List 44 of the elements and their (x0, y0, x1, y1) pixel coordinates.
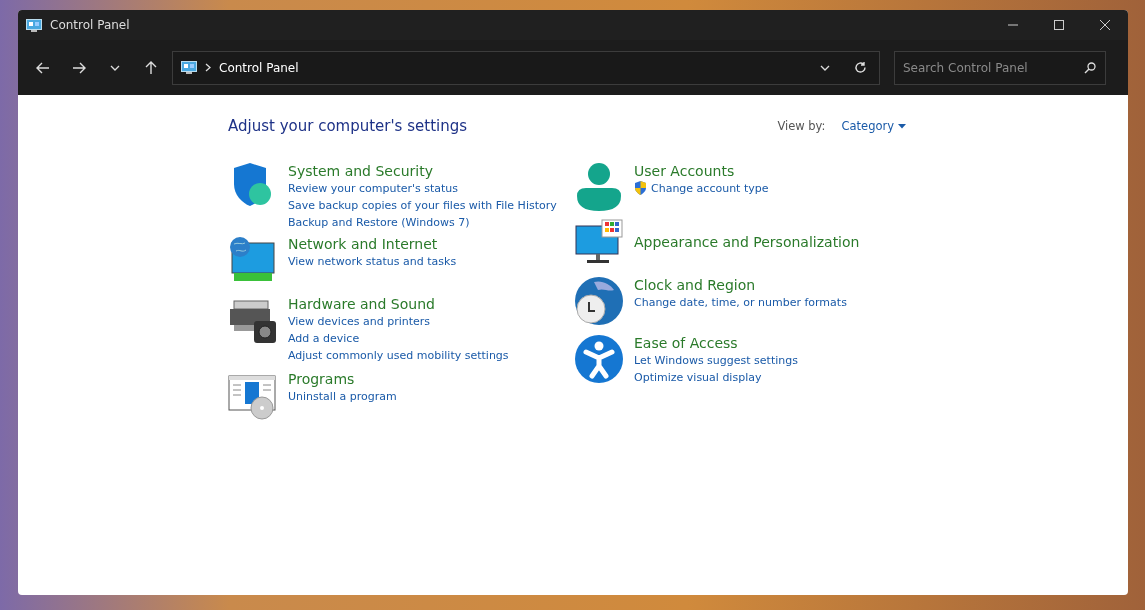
globe-clock-icon (574, 275, 624, 326)
category-link[interactable]: Programs (288, 369, 397, 389)
back-arrow-icon (36, 61, 50, 74)
dropdown-icon[interactable] (820, 64, 830, 71)
page-heading: Adjust your computer's settings (228, 116, 469, 137)
task-link[interactable]: Adjust commonly used mobility settings (288, 346, 509, 364)
caret-icon (898, 123, 906, 129)
task-link[interactable]: Change date, time, or number formats (634, 293, 847, 311)
close-icon (1100, 20, 1110, 30)
window-title: Control Panel (50, 17, 131, 34)
chevron-down-icon (110, 64, 120, 71)
search-icon (1084, 61, 1096, 74)
category-link[interactable]: System and Security (288, 161, 557, 180)
task-link[interactable]: View devices and printers (288, 312, 509, 330)
view-by-dropdown[interactable]: Category (841, 117, 906, 135)
accessibility-icon (574, 333, 624, 384)
view-by-label: View by: (777, 117, 826, 135)
forward-arrow-icon (72, 61, 86, 74)
task-link[interactable]: Add a device (288, 329, 509, 347)
task-link[interactable]: Backup and Restore (Windows 7) (288, 213, 557, 231)
category-link[interactable]: Appearance and Personalization (634, 233, 860, 252)
up-arrow-icon (145, 60, 157, 75)
refresh-icon[interactable] (854, 61, 867, 74)
category-link[interactable]: Ease of Access (634, 333, 798, 352)
address-bar[interactable]: Control Panel (172, 50, 880, 85)
task-link[interactable]: Optimize visual display (634, 368, 798, 386)
category-link[interactable]: User Accounts (634, 161, 769, 180)
task-link[interactable]: Let Windows suggest settings (634, 351, 798, 369)
task-link[interactable]: View network status and tasks (288, 252, 457, 270)
task-link[interactable]: Review your computer's status (288, 179, 557, 197)
admin-shield-icon (634, 181, 647, 196)
task-link[interactable]: Uninstall a program (288, 388, 397, 406)
task-link[interactable]: Save backup copies of your files with File History (288, 196, 557, 214)
category-link[interactable]: Clock and Region (634, 275, 847, 294)
breadcrumb-item[interactable]: Control Panel (219, 58, 299, 77)
category-link[interactable]: Network and Internet (288, 234, 457, 253)
control-panel-icon (26, 18, 42, 32)
control-panel-icon (181, 61, 197, 74)
maximize-icon (1054, 20, 1064, 30)
search-field[interactable]: Search Control Panel (894, 50, 1106, 85)
task-link[interactable]: Change account type (634, 179, 769, 197)
user-icon (574, 161, 624, 212)
category-link[interactable]: Hardware and Sound (288, 294, 509, 313)
chevron-icon (205, 63, 211, 72)
